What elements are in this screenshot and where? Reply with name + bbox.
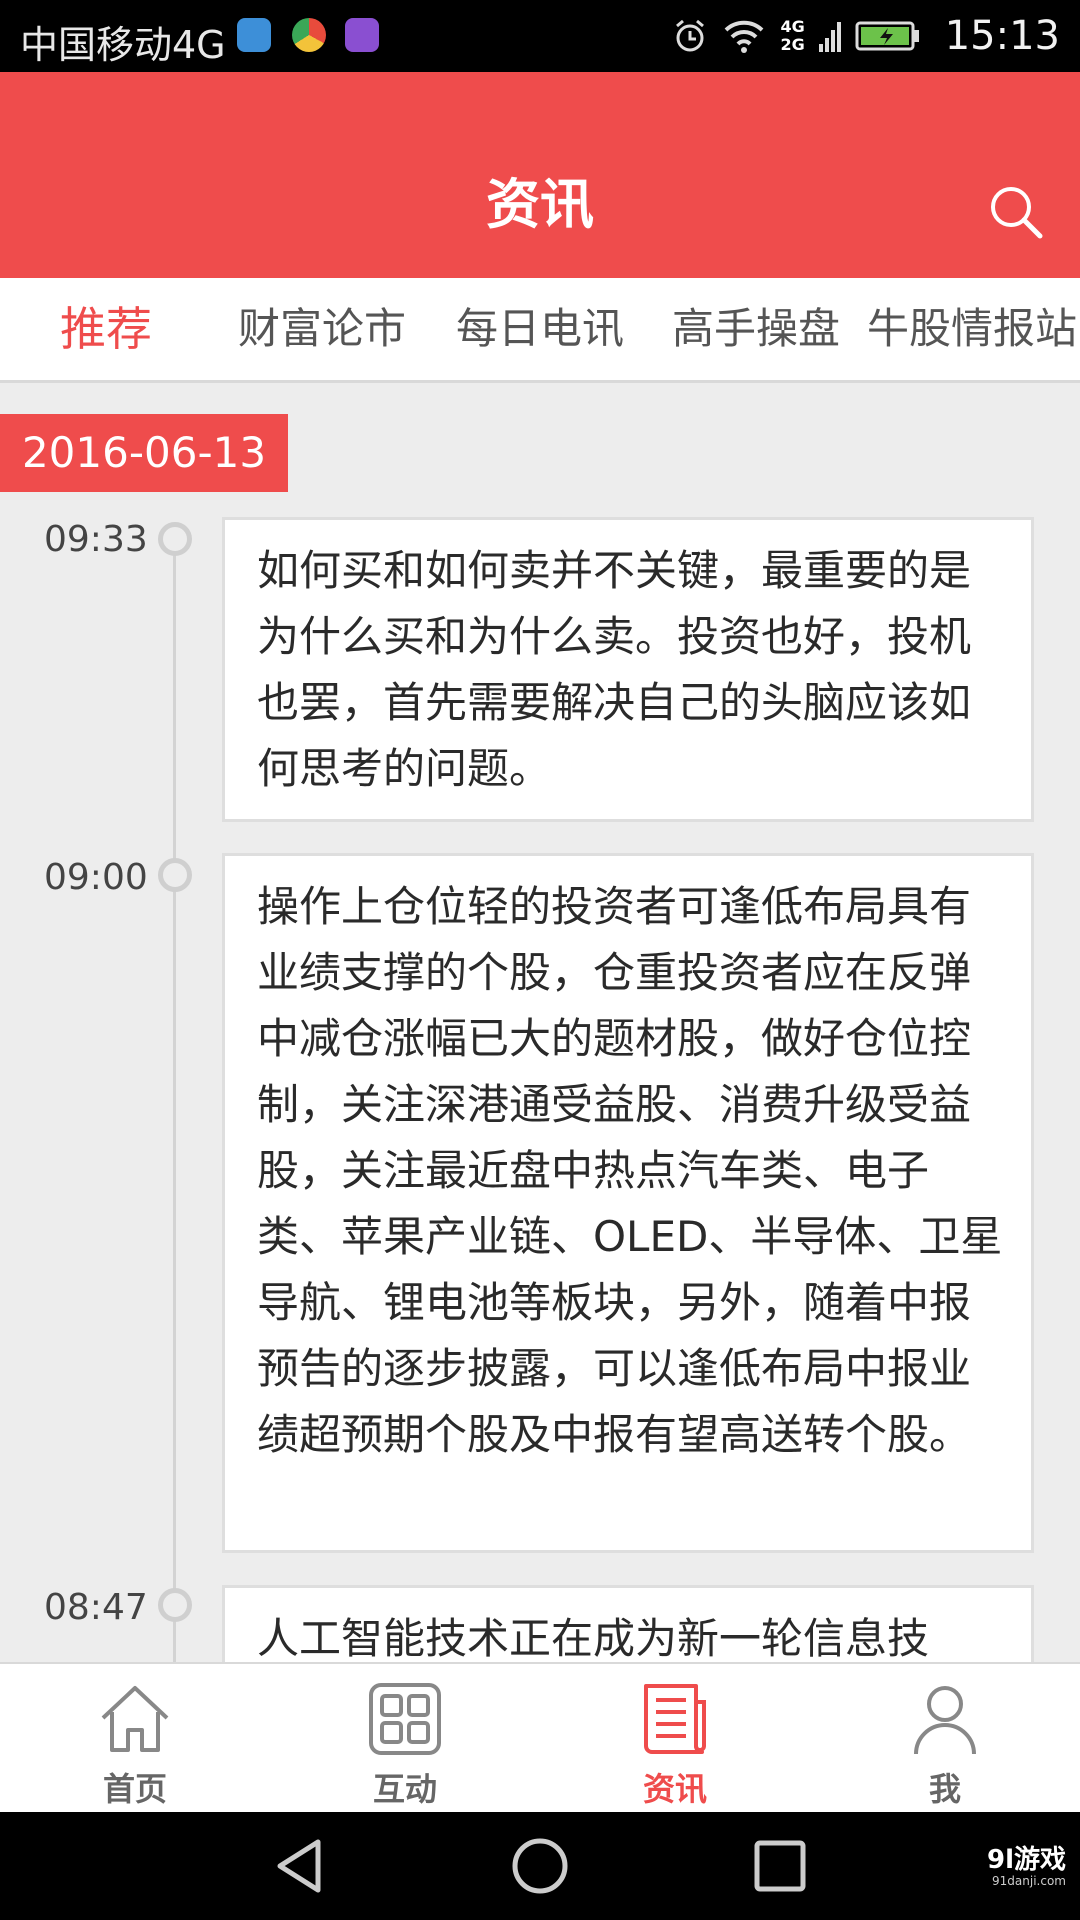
- recents-icon[interactable]: [750, 1836, 810, 1896]
- news-card[interactable]: 人工智能技术正在成为新一轮信息技: [222, 1585, 1034, 1662]
- user-icon: [914, 1686, 976, 1755]
- tab-stock-intel[interactable]: 牛股情报站: [867, 302, 1077, 356]
- watermark-title: 9l游戏: [986, 1845, 1066, 1875]
- news-time: 09:33: [44, 519, 148, 560]
- system-nav: 9l游戏 91danji.com: [0, 1812, 1080, 1920]
- wifi-icon: [722, 18, 766, 54]
- nav-interact-label: 互动: [372, 1770, 437, 1808]
- date-badge: 2016-06-13: [0, 414, 288, 492]
- carrier-label: 中国移动4G: [20, 23, 226, 67]
- nav-profile[interactable]: 我: [810, 1664, 1080, 1814]
- status-bar: 中国移动4G 4G 2G 15:13: [0, 0, 1080, 72]
- tab-recommend[interactable]: 推荐: [60, 302, 152, 356]
- news-time: 09:00: [44, 857, 148, 898]
- bottom-nav: 首页 互动 资讯 我: [0, 1662, 1080, 1814]
- news-text: 操作上仓位轻的投资者可逢低布局具有业绩支撑的个股，仓重投资者应在反弹中减仓涨幅已…: [257, 882, 1003, 1459]
- clock: 15:13: [944, 13, 1060, 59]
- app-notification-icon: [292, 18, 326, 52]
- search-button[interactable]: [986, 182, 1046, 242]
- nav-home[interactable]: 首页: [0, 1664, 270, 1814]
- network-top-label: 4G: [780, 17, 805, 36]
- timeline-dot: [158, 522, 192, 556]
- nav-home-label: 首页: [102, 1770, 167, 1808]
- nav-interact[interactable]: 互动: [270, 1664, 540, 1814]
- battery-charging-icon: [855, 20, 921, 52]
- tab-expert-trading[interactable]: 高手操盘: [672, 302, 840, 356]
- search-icon: [991, 187, 1043, 239]
- nav-news-label: 资讯: [642, 1770, 707, 1808]
- signal-icon: [818, 18, 841, 54]
- timeline-line: [173, 532, 176, 1662]
- nav-news[interactable]: 资讯: [540, 1664, 810, 1814]
- app-header: 资讯: [0, 72, 1080, 278]
- news-card[interactable]: 如何买和如何卖并不关键，最重要的是为什么买和为什么卖。投资也好，投机也罢，首先需…: [222, 517, 1034, 822]
- tab-daily-news[interactable]: 每日电讯: [456, 302, 624, 356]
- news-text: 如何买和如何卖并不关键，最重要的是为什么买和为什么卖。投资也好，投机也罢，首先需…: [257, 546, 972, 793]
- home-circle-icon[interactable]: [510, 1836, 570, 1896]
- network-bottom-label: 2G: [780, 35, 805, 54]
- timeline-dot: [158, 858, 192, 892]
- home-icon: [101, 1686, 169, 1752]
- network-type: 4G 2G: [780, 18, 804, 54]
- gallery-notification-icon: [345, 18, 379, 52]
- news-time: 08:47: [44, 1587, 148, 1628]
- news-text: 人工智能技术正在成为新一轮信息技: [257, 1614, 930, 1662]
- browser-notification-icon: [237, 18, 271, 52]
- category-tabs: 推荐 财富论市 每日电讯 高手操盘 牛股情报站: [0, 278, 1080, 383]
- nav-profile-label: 我: [928, 1770, 961, 1808]
- back-icon[interactable]: [270, 1836, 330, 1896]
- news-icon: [644, 1684, 706, 1754]
- timeline-dot: [158, 1588, 192, 1622]
- watermark: 9l游戏 91danji.com: [987, 1846, 1066, 1888]
- page-title: 资讯: [486, 173, 594, 236]
- grid-icon: [369, 1683, 441, 1755]
- tab-wealth-forum[interactable]: 财富论市: [238, 302, 406, 356]
- watermark-url: 91danji.com: [992, 1874, 1066, 1888]
- alarm-icon: [672, 18, 708, 54]
- status-icons: 4G 2G 15:13: [672, 10, 1060, 62]
- news-card[interactable]: 操作上仓位轻的投资者可逢低布局具有业绩支撑的个股，仓重投资者应在反弹中减仓涨幅已…: [222, 853, 1034, 1553]
